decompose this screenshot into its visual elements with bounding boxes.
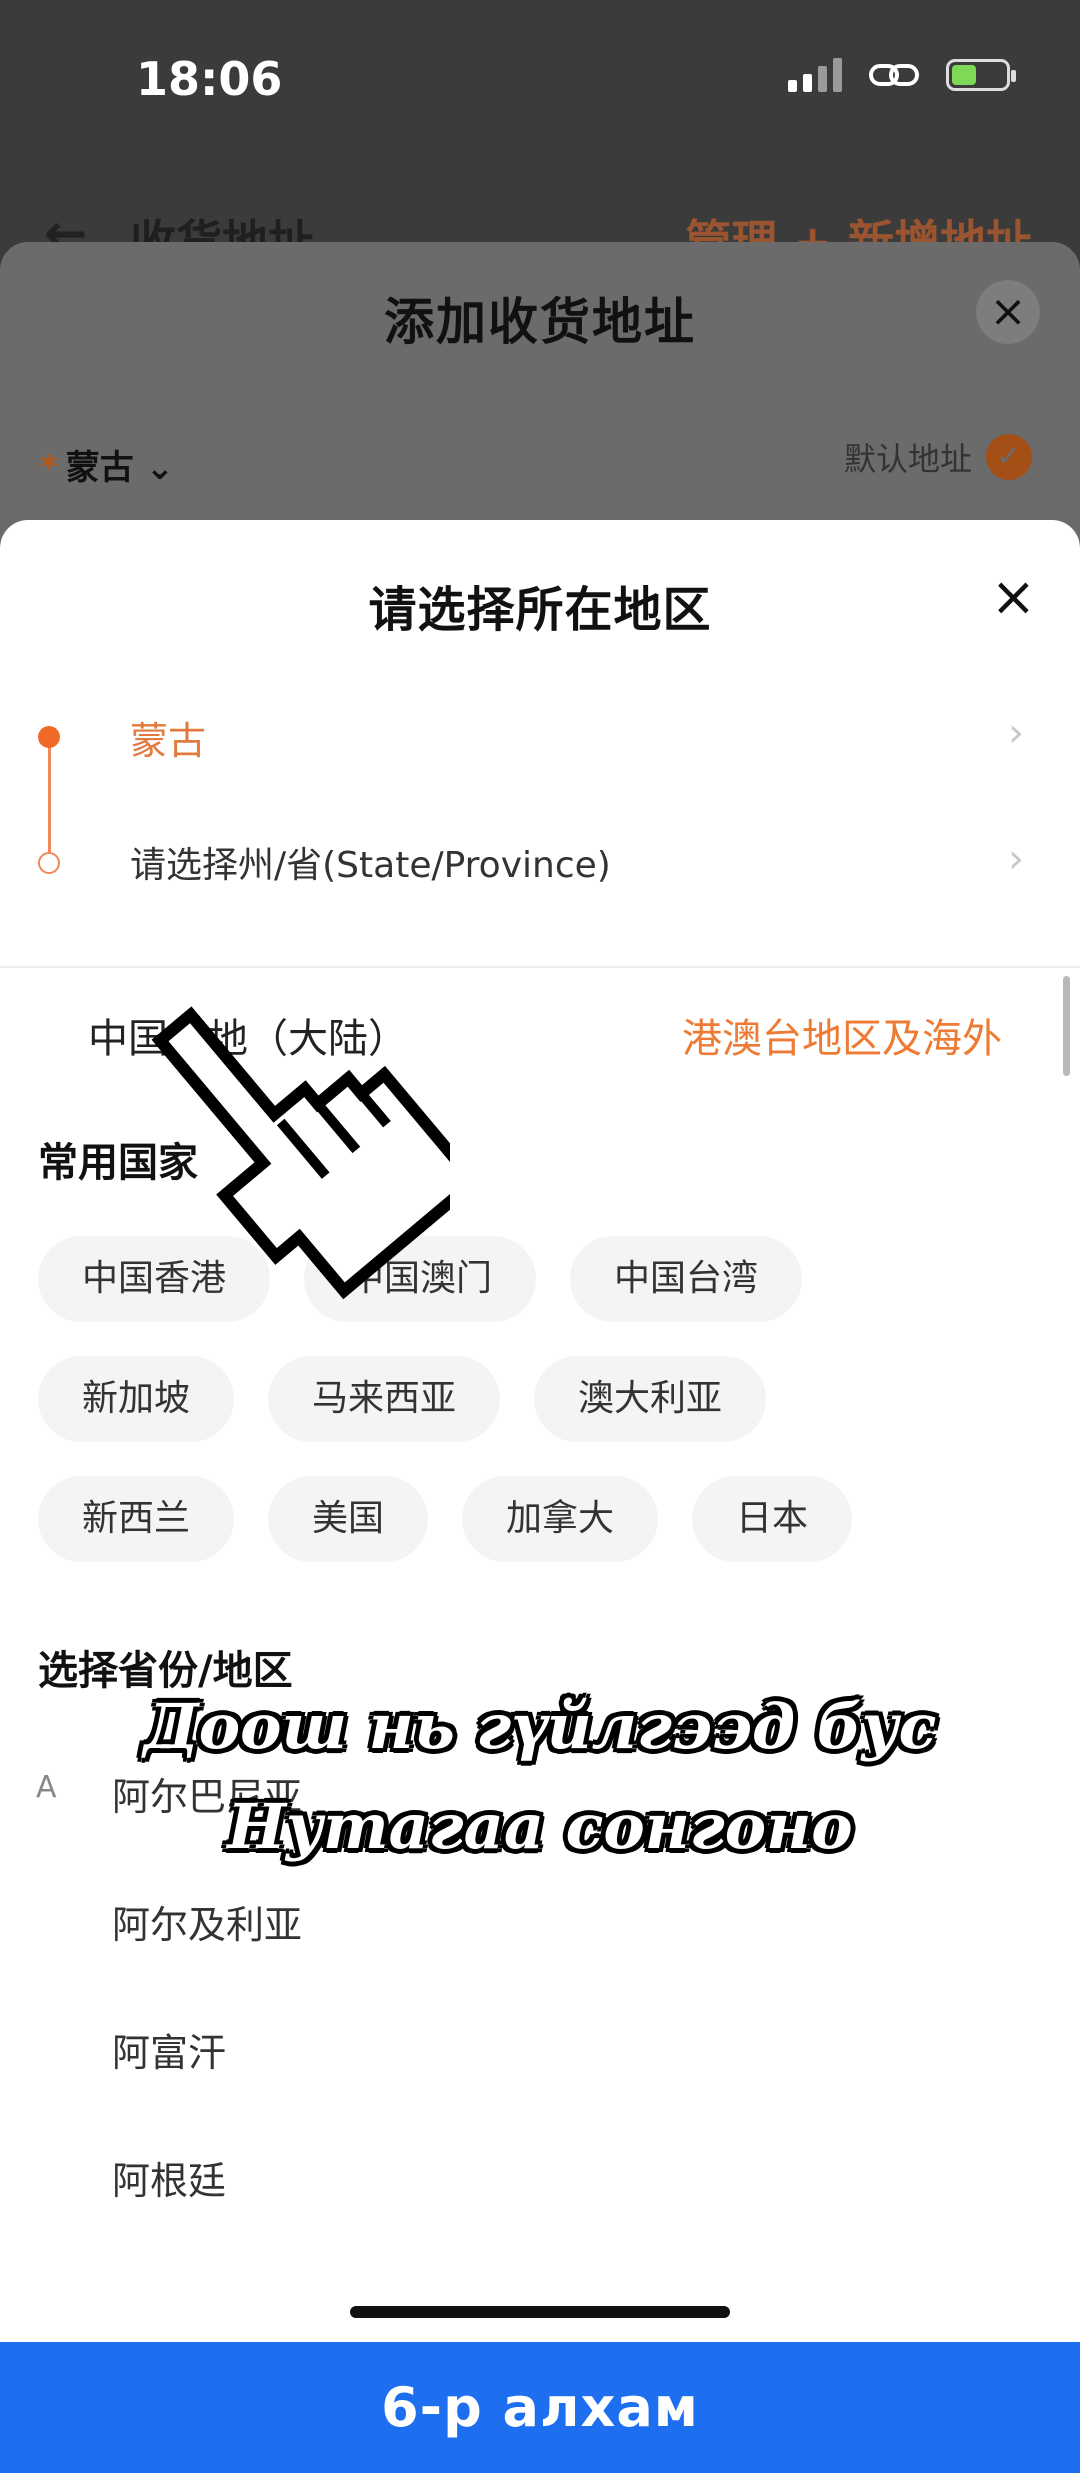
country-chip[interactable]: 日本 bbox=[692, 1476, 853, 1562]
step-province[interactable]: 请选择州/省(State/Province) › bbox=[0, 822, 1080, 902]
close-icon[interactable]: × bbox=[991, 570, 1036, 624]
default-address-label: 默认地址 bbox=[843, 440, 972, 478]
caption-line-2: Нутагаа сонгоно bbox=[227, 1790, 853, 1863]
checkmark-icon: ✓ bbox=[986, 434, 1032, 480]
country-chip[interactable]: 新西兰 bbox=[38, 1476, 235, 1562]
region-picker-title: 请选择所在地区 bbox=[368, 582, 712, 638]
step-label: 蒙古 bbox=[130, 719, 207, 763]
list-item[interactable]: 阿尔及利亚 bbox=[0, 1864, 1080, 1992]
list-item-label: 阿富汗 bbox=[112, 2031, 227, 2075]
add-address-title: 添加收货地址 bbox=[384, 293, 696, 351]
country-chip[interactable]: 新加坡 bbox=[38, 1356, 235, 1442]
step-country[interactable]: 蒙古 › bbox=[0, 696, 1080, 776]
country-chip[interactable]: 马来西亚 bbox=[268, 1356, 501, 1442]
tab-overseas[interactable]: 港澳台地区及海外 bbox=[682, 1006, 1002, 1064]
chevron-down-icon: ⌄ bbox=[133, 448, 175, 488]
step-label: 请选择州/省(State/Province) bbox=[130, 845, 611, 886]
country-chip[interactable]: 加拿大 bbox=[462, 1476, 659, 1562]
country-chip[interactable]: 美国 bbox=[268, 1476, 429, 1562]
signal-icon bbox=[788, 58, 842, 92]
country-chip[interactable]: 澳大利亚 bbox=[534, 1356, 767, 1442]
status-icons bbox=[788, 58, 1016, 92]
chevron-right-icon: › bbox=[1008, 710, 1024, 756]
list-item[interactable]: 阿富汗 bbox=[0, 1992, 1080, 2120]
scrollbar[interactable] bbox=[1063, 976, 1070, 1076]
caption-line-1: Доош нь гүйлгээд бус bbox=[143, 1690, 937, 1763]
country-selector[interactable]: * 蒙古 ⌄ bbox=[40, 440, 174, 489]
step-banner: 6-р алхам bbox=[0, 2342, 1080, 2473]
close-icon[interactable]: × bbox=[976, 280, 1040, 344]
list-item-label: 阿根廷 bbox=[112, 2159, 227, 2203]
country-label: 蒙古 bbox=[65, 448, 134, 488]
region-picker-sheet: 请选择所在地区 × 蒙古 › 请选择州/省(State/Province) › … bbox=[0, 520, 1080, 2342]
status-bar-area: 18:06 ← 收货地址 管理 + 新增地址 bbox=[0, 0, 1080, 269]
add-address-sheet: 添加收货地址 × * 蒙古 ⌄ 默认地址 ✓ bbox=[0, 242, 1080, 542]
required-mark: * bbox=[40, 448, 58, 488]
chevron-right-icon: › bbox=[1008, 836, 1024, 882]
list-item[interactable]: 阿根廷 bbox=[0, 2120, 1080, 2248]
default-address-toggle[interactable]: 默认地址 ✓ bbox=[844, 434, 1032, 480]
status-time: 18:06 bbox=[136, 52, 283, 106]
step-dot-empty bbox=[38, 852, 60, 874]
step-dot-filled bbox=[38, 726, 60, 748]
list-item-label: 阿尔及利亚 bbox=[112, 1903, 303, 1947]
country-chip[interactable]: 中国台湾 bbox=[570, 1236, 803, 1322]
home-indicator bbox=[350, 2306, 730, 2318]
link-icon bbox=[869, 64, 919, 86]
pointer-hand-icon bbox=[151, 1006, 450, 1300]
battery-icon bbox=[946, 59, 1016, 91]
province-section-title: 选择省份/地区 bbox=[38, 1648, 293, 1694]
